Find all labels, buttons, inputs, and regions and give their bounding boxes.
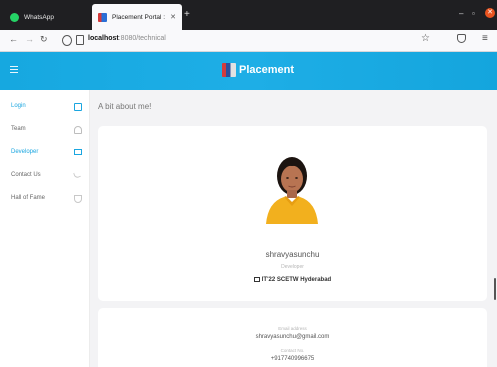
sidebar-item-contact-us[interactable]: Contact Us bbox=[0, 166, 90, 188]
scrollbar-thumb[interactable] bbox=[494, 278, 496, 300]
app-header: Placement bbox=[0, 52, 497, 90]
tab-title: Placement Portal : Starti bbox=[112, 13, 167, 21]
minimize-button[interactable]: – bbox=[459, 9, 463, 18]
placement-logo bbox=[222, 63, 236, 77]
close-window-button[interactable]: ✕ bbox=[485, 8, 495, 18]
profile-college: IT'22 SCETW Hyderabad bbox=[98, 277, 487, 283]
placement-favicon bbox=[98, 12, 107, 22]
close-tab-icon[interactable]: ✕ bbox=[170, 13, 176, 21]
profile-name: shravyasunchu bbox=[265, 250, 320, 259]
college-text: IT'22 SCETW Hyderabad bbox=[261, 277, 332, 283]
page-info-icon[interactable] bbox=[76, 35, 84, 45]
browser-tab-strip: WhatsApp ✕ Placement Portal : Starti ✕ +… bbox=[0, 0, 497, 30]
shield-icon[interactable] bbox=[62, 35, 72, 46]
door-icon bbox=[74, 103, 82, 111]
brand: Placement bbox=[222, 63, 294, 77]
monitor-icon bbox=[74, 149, 82, 155]
section-title: A bit about me! bbox=[98, 102, 152, 111]
profile-role: Developer bbox=[281, 264, 304, 270]
phone-icon bbox=[73, 171, 81, 179]
email-value[interactable]: shravyasunchu@gmail.com bbox=[98, 334, 487, 340]
forward-icon[interactable]: → bbox=[25, 34, 34, 44]
contact-label: Contact No. bbox=[280, 348, 305, 353]
new-tab-button[interactable]: + bbox=[184, 9, 190, 20]
star-icon[interactable]: ☆ bbox=[421, 33, 430, 44]
sidebar-item-label: Contact Us bbox=[11, 172, 41, 178]
scrollbar[interactable] bbox=[493, 90, 497, 367]
trophy-icon bbox=[74, 195, 82, 203]
sidebar: Login Team Developer Contact Us Hall of … bbox=[0, 90, 90, 367]
contact-value: +917740996675 bbox=[270, 356, 315, 362]
brand-name: Placement bbox=[239, 64, 295, 76]
whatsapp-icon bbox=[10, 12, 19, 22]
sidebar-item-label: Developer bbox=[11, 149, 39, 155]
pocket-icon[interactable] bbox=[457, 34, 466, 43]
graduation-cap-icon bbox=[253, 277, 260, 282]
sidebar-item-label: Team bbox=[11, 126, 26, 132]
back-icon[interactable]: ← bbox=[9, 34, 18, 44]
sidebar-item-label: Login bbox=[11, 103, 26, 109]
url-path: :8080/technical bbox=[118, 35, 166, 42]
sidebar-item-label: Hall of Fame bbox=[11, 195, 46, 201]
reload-icon[interactable]: ↻ bbox=[40, 34, 48, 45]
profile-card: shravyasunchu Developer IT'22 SCETW Hyde… bbox=[98, 126, 487, 301]
sidebar-item-developer[interactable]: Developer bbox=[0, 143, 90, 165]
navigation-bar: ← → ↻ localhost:8080/technical ☆ ≡ bbox=[0, 30, 497, 52]
url-bar[interactable]: localhost:8080/technical bbox=[88, 35, 166, 42]
maximize-button[interactable]: ▫ bbox=[472, 9, 475, 18]
menu-icon[interactable]: ≡ bbox=[482, 33, 488, 44]
sidebar-item-login[interactable]: Login bbox=[0, 97, 90, 119]
tab-placement-portal[interactable]: Placement Portal : Starti ✕ bbox=[92, 4, 182, 30]
sidebar-item-hall-of-fame[interactable]: Hall of Fame bbox=[0, 189, 90, 211]
main-content: A bit about me! shravyasunchu Developer … bbox=[90, 90, 497, 367]
hamburger-menu-icon[interactable] bbox=[10, 66, 18, 73]
url-host: localhost bbox=[88, 35, 119, 42]
email-label: Email address bbox=[278, 326, 307, 331]
contact-card: Email address shravyasunchu@gmail.com Co… bbox=[98, 308, 487, 367]
sidebar-item-team[interactable]: Team bbox=[0, 120, 90, 142]
profile-photo bbox=[266, 157, 318, 224]
bell-icon bbox=[74, 126, 82, 134]
